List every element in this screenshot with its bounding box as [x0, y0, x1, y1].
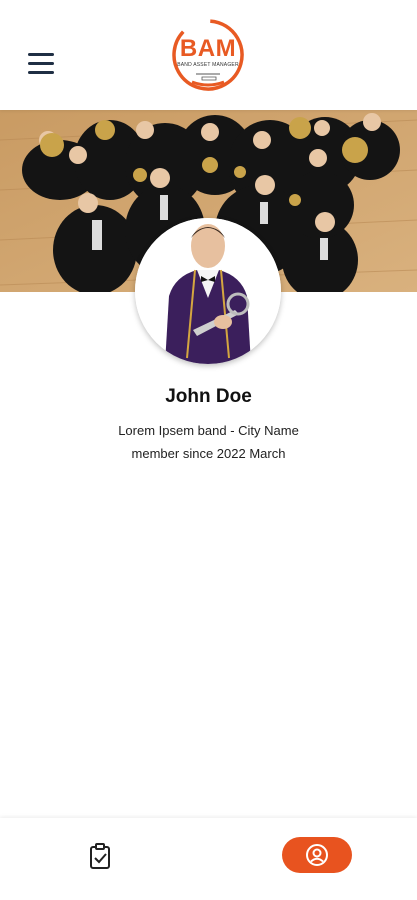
profile-member-since: member since 2022 March [131, 446, 286, 461]
profile-band-line: Lorem Ipsem band - City Name [118, 423, 299, 438]
user-circle-icon [306, 844, 328, 866]
profile-avatar[interactable] [135, 218, 281, 364]
bam-logo: BAM BAND ASSET MANAGER [170, 16, 246, 94]
logo-text: BAM [179, 35, 237, 62]
profile-name: John Doe [165, 386, 252, 407]
hamburger-menu-icon[interactable] [28, 48, 62, 78]
clipboard-check-icon[interactable] [86, 842, 114, 872]
bottom-navigation [0, 818, 417, 900]
app-header: BAM BAND ASSET MANAGER [0, 0, 417, 110]
nav-profile-button[interactable] [282, 837, 352, 873]
logo-subtitle: BAND ASSET MANAGER [177, 62, 239, 68]
